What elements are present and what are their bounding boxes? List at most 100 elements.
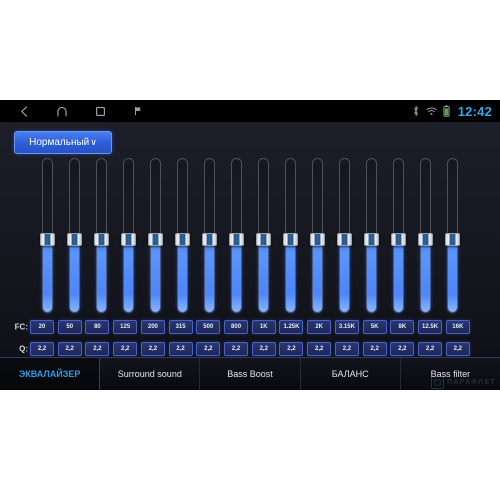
- eq-slider-thumb[interactable]: [148, 233, 163, 246]
- q-value-cell[interactable]: 2,2: [307, 342, 332, 356]
- home-icon[interactable]: [54, 103, 70, 119]
- eq-slider-thumb[interactable]: [418, 233, 433, 246]
- eq-slider-thumb[interactable]: [94, 233, 109, 246]
- eq-slider-fill: [259, 239, 268, 312]
- q-value-cell[interactable]: 2,2: [251, 342, 276, 356]
- eq-band-slider[interactable]: [94, 158, 109, 313]
- navigation-bar: [0, 103, 146, 119]
- eq-slider-fill: [205, 239, 214, 312]
- q-value-cell[interactable]: 2,2: [418, 342, 443, 356]
- eq-slider-fill: [178, 239, 187, 312]
- eq-slider-thumb[interactable]: [391, 233, 406, 246]
- eq-slider-thumb[interactable]: [445, 233, 460, 246]
- eq-slider-thumb[interactable]: [175, 233, 190, 246]
- tab-эквалайзер[interactable]: ЭКВАЛАЙЗЕР: [0, 358, 101, 390]
- battery-icon: [441, 105, 452, 118]
- q-value-cell[interactable]: 2,2: [279, 342, 304, 356]
- eq-slider-thumb[interactable]: [364, 233, 379, 246]
- eq-band-slider[interactable]: [391, 158, 406, 313]
- status-indicators: 12:42: [411, 100, 492, 122]
- fc-value-cell[interactable]: 5K: [362, 320, 387, 334]
- eq-slider-fill: [313, 239, 322, 312]
- eq-slider-thumb[interactable]: [310, 233, 325, 246]
- back-icon[interactable]: [16, 103, 32, 119]
- fc-value-cell[interactable]: 125: [113, 320, 138, 334]
- eq-band-slider[interactable]: [445, 158, 460, 313]
- q-value-cell[interactable]: 2,2: [85, 342, 110, 356]
- eq-band-slider[interactable]: [202, 158, 217, 313]
- q-value-cell[interactable]: 2,2: [390, 342, 415, 356]
- fc-value-cell[interactable]: 12.5K: [418, 320, 443, 334]
- fc-value-cell[interactable]: 500: [196, 320, 221, 334]
- fc-value-cell[interactable]: 16K: [445, 320, 470, 334]
- tab-bass-boost[interactable]: Bass Boost: [200, 358, 301, 390]
- eq-band-slider[interactable]: [121, 158, 136, 313]
- fc-value-cell[interactable]: 3.15K: [334, 320, 359, 334]
- eq-band-slider[interactable]: [175, 158, 190, 313]
- eq-slider-thumb[interactable]: [121, 233, 136, 246]
- eq-slider-thumb[interactable]: [256, 233, 271, 246]
- fc-value-cell[interactable]: 1.25K: [279, 320, 304, 334]
- eq-slider-fill: [394, 239, 403, 312]
- eq-band-slider[interactable]: [364, 158, 379, 313]
- eq-slider-thumb[interactable]: [229, 233, 244, 246]
- eq-band-slider[interactable]: [229, 158, 244, 313]
- eq-slider-fill: [151, 239, 160, 312]
- eq-slider-thumb[interactable]: [283, 233, 298, 246]
- fc-value-cell[interactable]: 2K: [307, 320, 332, 334]
- tab-баланс[interactable]: БАЛАНС: [301, 358, 401, 390]
- q-value-cell[interactable]: 2,2: [168, 342, 193, 356]
- eq-slider-fill: [43, 239, 52, 312]
- fc-value-cell[interactable]: 8K: [390, 320, 415, 334]
- bluetooth-icon: [411, 105, 422, 118]
- fc-value-cell[interactable]: 315: [168, 320, 193, 334]
- q-value-cell[interactable]: 2,2: [445, 342, 470, 356]
- eq-band-slider[interactable]: [148, 158, 163, 313]
- eq-band-slider[interactable]: [310, 158, 325, 313]
- q-value-cell[interactable]: 2,2: [113, 342, 138, 356]
- car-head-unit-screen: 12:42 Нормальный ∨ FC: 20 50 80 125 200 315 50…: [0, 100, 500, 390]
- eq-slider-fill: [286, 239, 295, 312]
- q-value-cell[interactable]: 2,2: [30, 342, 54, 356]
- recents-icon[interactable]: [92, 103, 108, 119]
- eq-band-slider[interactable]: [418, 158, 433, 313]
- fc-row-label: FC:: [14, 322, 28, 332]
- eq-slider-fill: [97, 239, 106, 312]
- q-value-cell[interactable]: 2,2: [57, 342, 82, 356]
- fc-row: FC: 20 50 80 125 200 315 500 800 1K 1.25K 2K 3.15K 5…: [0, 316, 500, 338]
- eq-slider-thumb[interactable]: [202, 233, 217, 246]
- fc-value-cell[interactable]: 20: [30, 320, 54, 334]
- eq-band-slider[interactable]: [337, 158, 352, 313]
- eq-slider-fill: [340, 239, 349, 312]
- eq-slider-thumb[interactable]: [337, 233, 352, 246]
- preset-dropdown[interactable]: Нормальный ∨: [14, 131, 112, 154]
- q-value-cell[interactable]: 2,2: [362, 342, 387, 356]
- flag-icon[interactable]: [130, 103, 146, 119]
- eq-slider-fill: [70, 239, 79, 312]
- eq-slider-thumb[interactable]: [67, 233, 82, 246]
- q-value-cell[interactable]: 2,2: [224, 342, 249, 356]
- wifi-icon: [426, 105, 437, 118]
- eq-band-slider[interactable]: [67, 158, 82, 313]
- eq-band-slider[interactable]: [283, 158, 298, 313]
- fc-value-cell[interactable]: 200: [140, 320, 165, 334]
- eq-slider-thumb[interactable]: [40, 233, 55, 246]
- fc-value-cell[interactable]: 50: [57, 320, 82, 334]
- q-value-cell[interactable]: 2,2: [196, 342, 221, 356]
- band-value-rows: FC: 20 50 80 125 200 315 500 800 1K 1.25K 2K 3.15K 5…: [0, 316, 500, 360]
- q-row-label: Q:: [19, 344, 28, 354]
- eq-band-slider[interactable]: [40, 158, 55, 313]
- q-value-cell[interactable]: 2,2: [140, 342, 165, 356]
- tab-surround-sound[interactable]: Surround sound: [100, 358, 201, 390]
- q-value-cell[interactable]: 2,2: [334, 342, 359, 356]
- preset-label: Нормальный: [29, 137, 90, 148]
- eq-band-slider[interactable]: [256, 158, 271, 313]
- fc-value-cell[interactable]: 1K: [251, 320, 276, 334]
- eq-slider-fill: [124, 239, 133, 312]
- eq-slider-fill: [421, 239, 430, 312]
- tab-bar: ЭКВАЛАЙЗЕР Surround sound Bass Boost БАЛАНС…: [0, 357, 500, 390]
- fc-value-cell[interactable]: 80: [85, 320, 110, 334]
- fc-value-cell[interactable]: 800: [224, 320, 249, 334]
- tab-bass-filter[interactable]: Bass filter: [401, 358, 500, 390]
- clock: 12:42: [457, 103, 492, 119]
